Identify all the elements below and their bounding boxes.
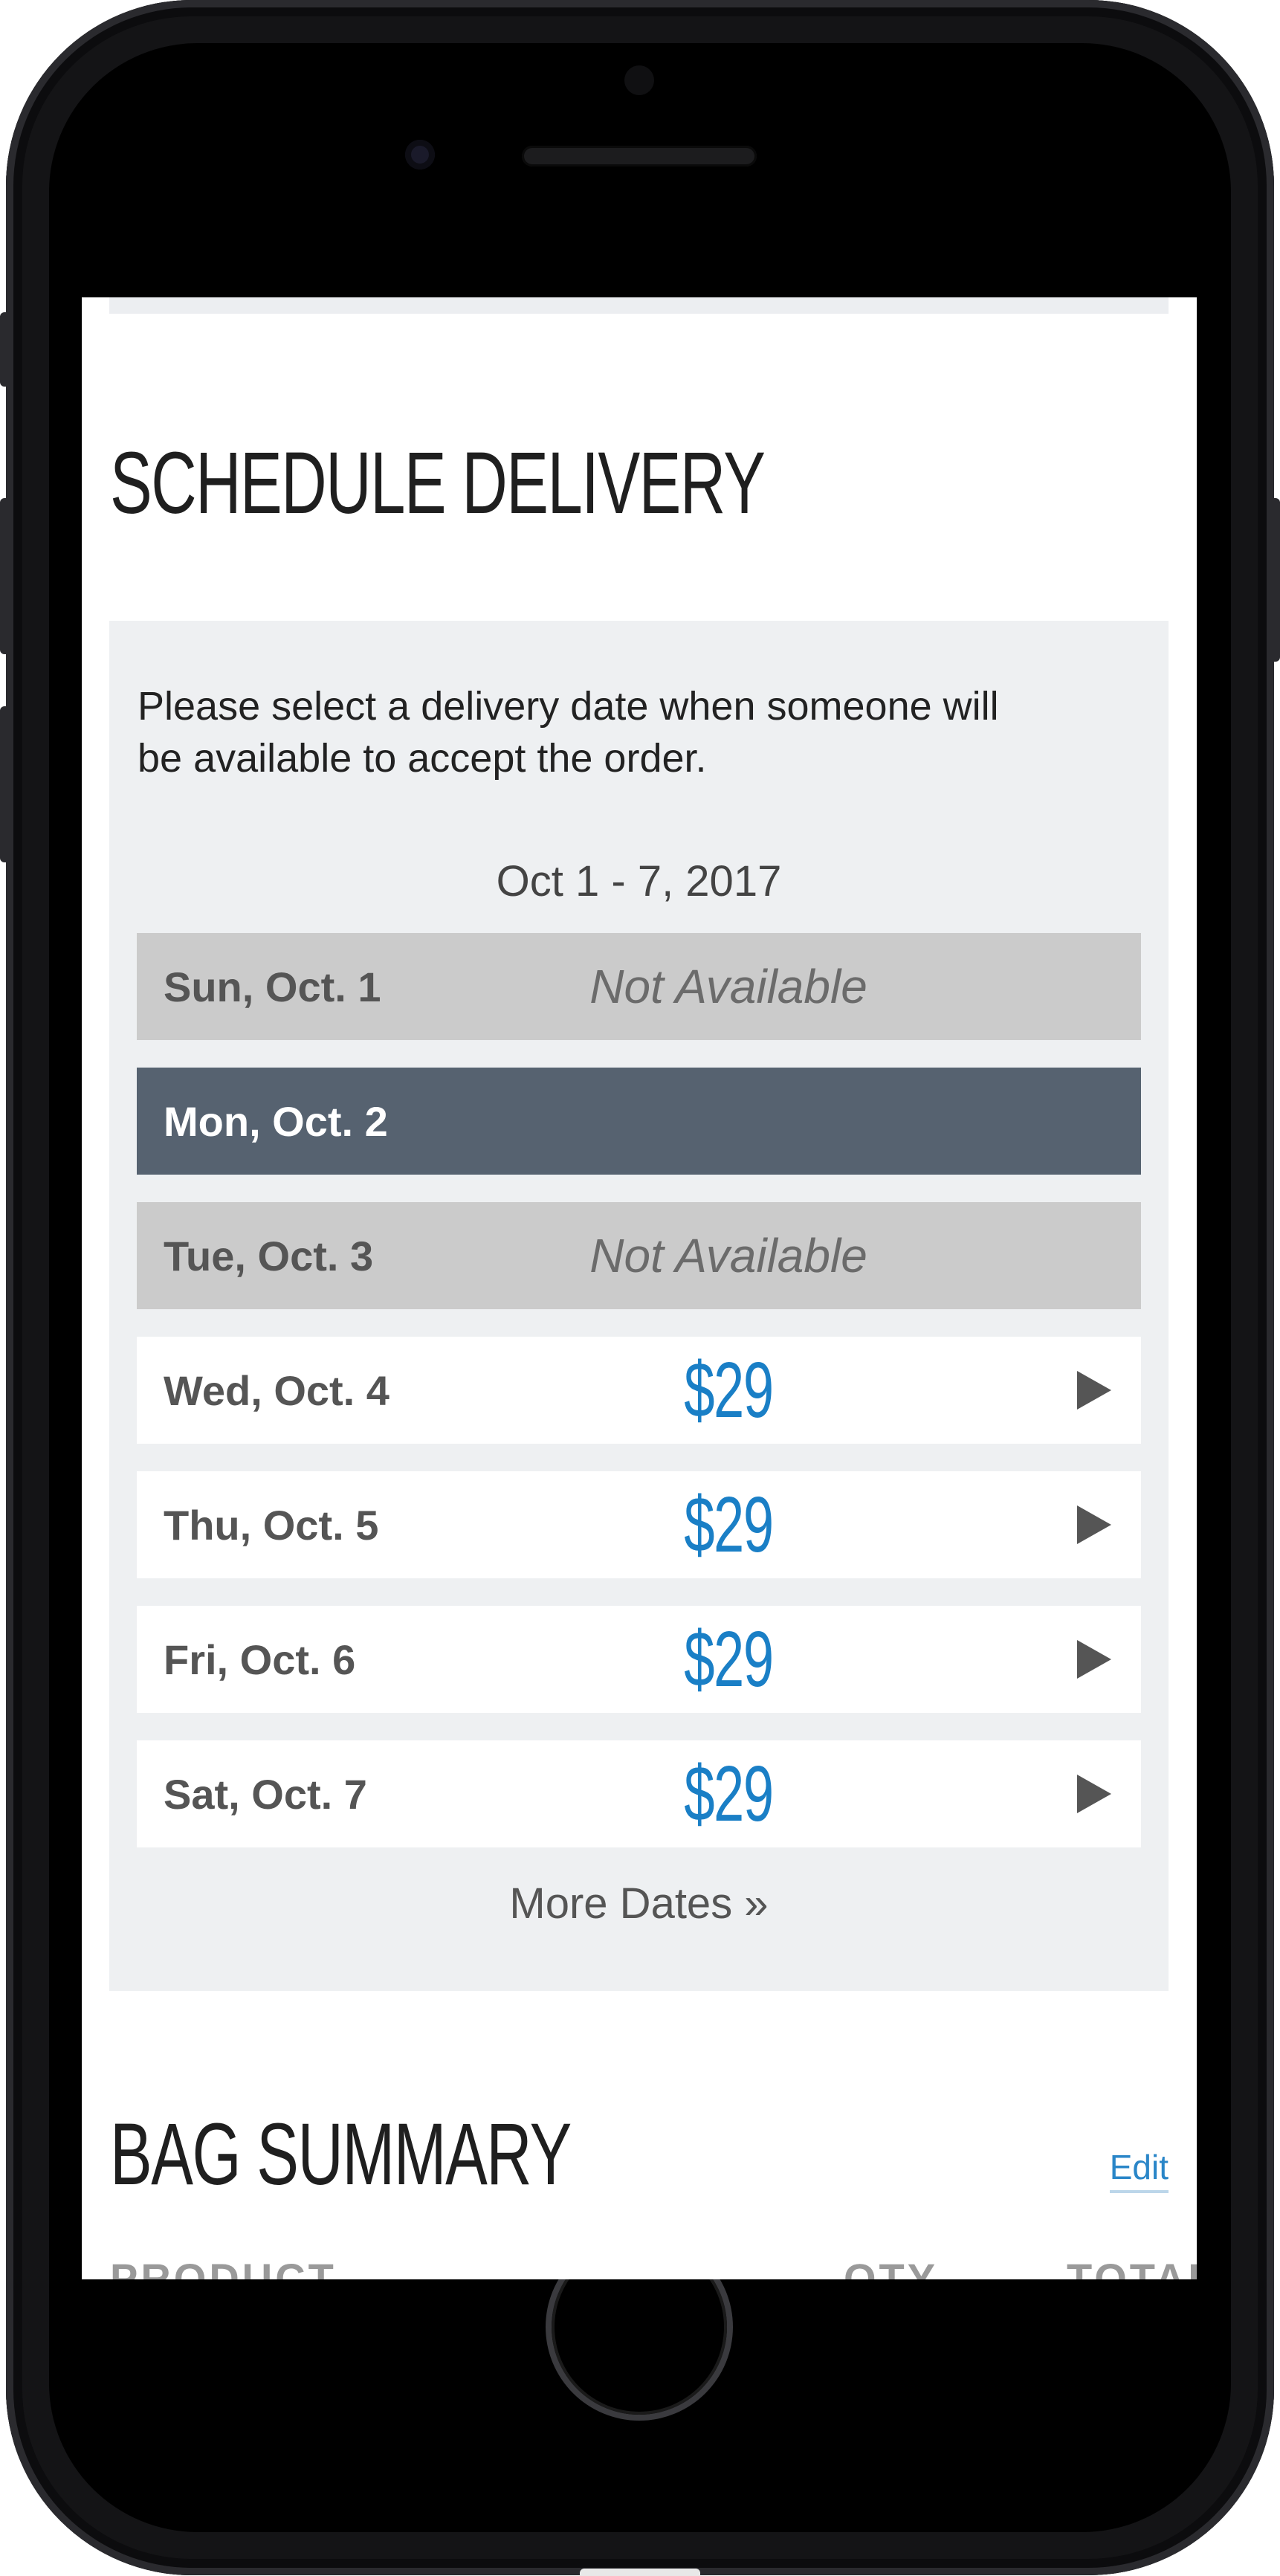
day-row-mon-oct-2[interactable]: Mon, Oct. 2 (137, 1068, 1141, 1175)
delivery-price: $29 (684, 1480, 774, 1569)
front-camera-icon (405, 140, 435, 170)
column-header-total: TOTAL (1067, 2255, 1197, 2279)
day-row-wed-oct-4[interactable]: Wed, Oct. 4 $29 (137, 1337, 1141, 1444)
day-row-thu-oct-5[interactable]: Thu, Oct. 5 $29 (137, 1471, 1141, 1578)
previous-section-edge (109, 297, 1169, 314)
day-row-sat-oct-7[interactable]: Sat, Oct. 7 $29 (137, 1740, 1141, 1847)
day-label: Sat, Oct. 7 (164, 1770, 367, 1818)
delivery-price: $29 (684, 1615, 774, 1703)
play-arrow-icon (1077, 1371, 1111, 1410)
delivery-panel: Please select a delivery date when someo… (109, 621, 1169, 1991)
day-label: Tue, Oct. 3 (164, 1232, 374, 1279)
earpiece-speaker (522, 146, 757, 167)
edit-bag-link[interactable]: Edit (1109, 2147, 1169, 2193)
day-row-fri-oct-6[interactable]: Fri, Oct. 6 $29 (137, 1606, 1141, 1713)
play-arrow-icon (1077, 1775, 1111, 1813)
day-label: Mon, Oct. 2 (164, 1097, 388, 1145)
mute-switch (0, 312, 10, 387)
day-label: Fri, Oct. 6 (164, 1636, 356, 1683)
day-label: Thu, Oct. 5 (164, 1501, 379, 1549)
play-arrow-icon (1077, 1640, 1111, 1679)
day-row-sun-oct-1: Sun, Oct. 1 Not Available (137, 933, 1141, 1040)
delivery-instructions: Please select a delivery date when someo… (138, 684, 999, 781)
day-label: Sun, Oct. 1 (164, 963, 381, 1010)
schedule-delivery-title: SCHEDULE DELIVERY (110, 434, 766, 532)
bag-summary-title: BAG SUMMARY (110, 2105, 572, 2204)
day-label: Wed, Oct. 4 (164, 1366, 390, 1414)
availability-status: Not Available (589, 960, 867, 1013)
column-header-product: PRODUCT (110, 2255, 337, 2279)
availability-status: Not Available (589, 1229, 867, 1282)
week-range-label: Oct 1 - 7, 2017 (496, 857, 782, 906)
screen: SCHEDULE DELIVERY Please select a delive… (82, 297, 1197, 2279)
proximity-sensor (624, 65, 654, 95)
volume-up-button (0, 498, 10, 654)
delivery-price: $29 (684, 1346, 774, 1434)
column-header-qty: QTY (844, 2255, 939, 2279)
volume-down-button (0, 706, 10, 862)
day-row-tue-oct-3: Tue, Oct. 3 Not Available (137, 1202, 1141, 1309)
delivery-price: $29 (684, 1749, 774, 1838)
more-dates-link[interactable]: More Dates » (109, 1879, 1169, 1928)
play-arrow-icon (1077, 1505, 1111, 1544)
power-button (1270, 498, 1280, 662)
